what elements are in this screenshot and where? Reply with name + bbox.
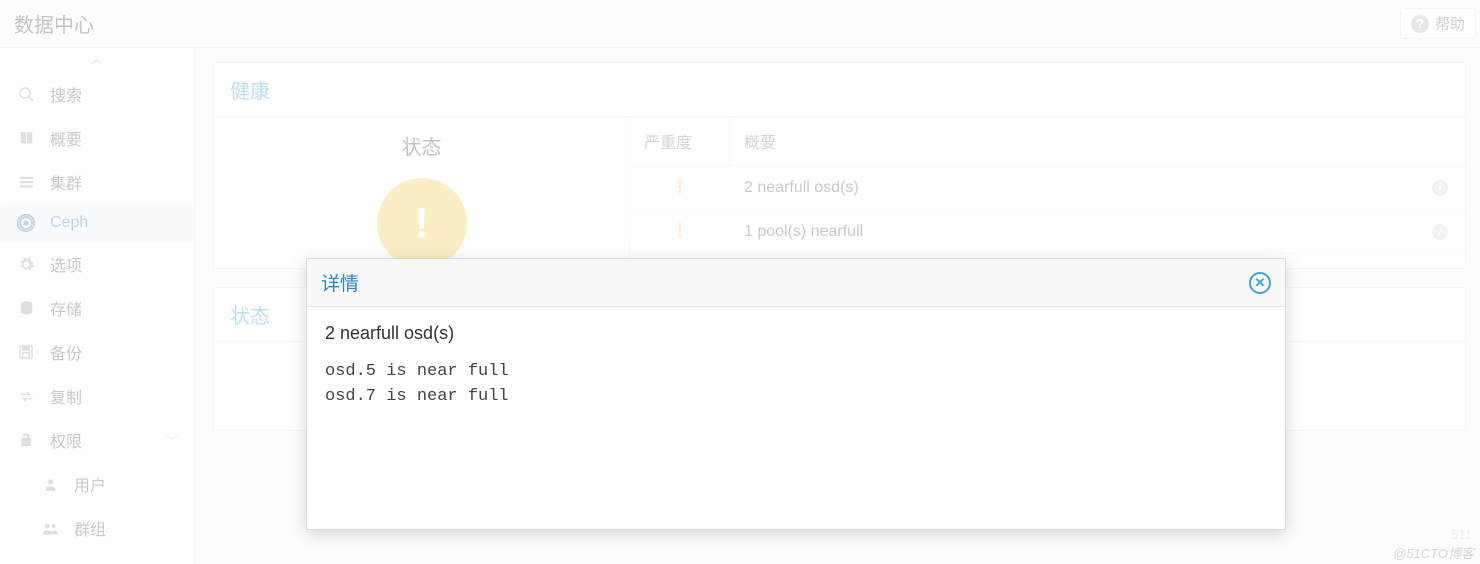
details-modal: 详情 ✕ 2 nearfull osd(s) osd.5 is near ful…	[306, 258, 1286, 530]
modal-heading: 2 nearfull osd(s)	[325, 323, 1267, 344]
modal-body-text: osd.5 is near full osd.7 is near full	[325, 360, 1267, 409]
close-icon: ✕	[1255, 275, 1266, 291]
modal-title: 详情	[321, 269, 359, 296]
modal-overlay: 详情 ✕ 2 nearfull osd(s) osd.5 is near ful…	[0, 0, 1480, 564]
modal-close-button[interactable]: ✕	[1249, 272, 1271, 294]
